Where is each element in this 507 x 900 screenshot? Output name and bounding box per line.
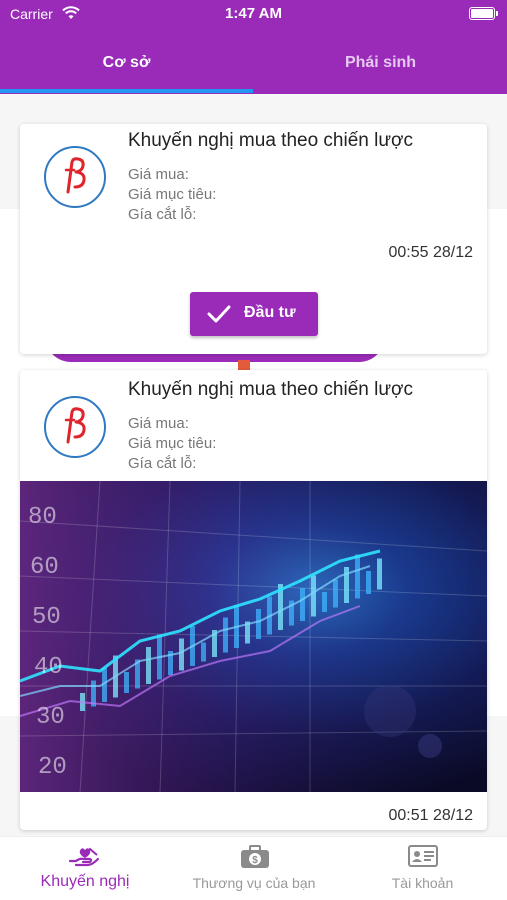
image-axis-number: 50 — [32, 604, 61, 631]
image-axis-number: 80 — [28, 504, 57, 531]
svg-text:$: $ — [252, 855, 258, 866]
tab-bar: Cơ sở Phái sinh — [0, 34, 507, 94]
invest-button-label: Đầu tư — [244, 304, 296, 321]
nav-item-your-deals[interactable]: $ Thương vụ của bạn — [170, 837, 338, 900]
bottom-navigation: Khuyến nghị $ Thương vụ của bạn Tài khoả… — [0, 836, 507, 900]
tab-co-so[interactable]: Cơ sở — [0, 34, 253, 94]
stop-loss-label: Gía cắt lỗ: — [128, 455, 197, 472]
status-bar: Carrier 1:47 AM — [0, 0, 507, 28]
invest-button[interactable]: Đầu tư — [190, 292, 318, 336]
card-timestamp: 00:51 28/12 — [388, 807, 473, 824]
target-price-label: Giá mục tiêu: — [128, 435, 217, 452]
hand-heart-icon — [68, 845, 100, 874]
image-candle — [124, 672, 129, 693]
recommendation-card[interactable]: Khuyến nghị mua theo chiến lược Giá mua:… — [20, 370, 487, 830]
nav-label: Thương vụ của bạn — [192, 875, 316, 891]
image-candle — [256, 609, 261, 639]
image-candle — [377, 558, 382, 590]
image-candle — [355, 554, 360, 599]
buy-price-label: Giá mua: — [128, 166, 189, 183]
image-candle — [201, 642, 206, 662]
image-axis-number: 60 — [30, 554, 59, 581]
image-axis-number: 40 — [34, 654, 63, 681]
status-time: 1:47 AM — [225, 5, 282, 22]
briefcase-dollar-icon: $ — [240, 845, 270, 874]
image-candle — [146, 647, 151, 684]
recommendation-card[interactable]: Khuyến nghị mua theo chiến lược Giá mua:… — [20, 124, 487, 354]
image-candle — [322, 592, 327, 612]
image-candle — [179, 638, 184, 671]
card-timestamp: 00:55 28/12 — [388, 244, 473, 261]
tab-indicator — [0, 89, 253, 93]
nav-item-recommendations[interactable]: Khuyến nghị — [0, 837, 170, 900]
nav-label: Tài khoản — [391, 875, 454, 891]
image-candle — [311, 575, 316, 617]
image-axis-number: 20 — [38, 754, 67, 781]
tab-phai-sinh[interactable]: Phái sinh — [254, 34, 507, 94]
broker-logo — [44, 396, 106, 458]
image-candle — [366, 571, 371, 594]
card-title: Khuyến nghị mua theo chiến lược — [128, 130, 414, 151]
app-header: Carrier 1:47 AM Cơ sở Phái sinh — [0, 0, 507, 94]
nav-label: Khuyến nghị — [40, 873, 130, 890]
broker-logo — [44, 146, 106, 208]
target-price-label: Giá mục tiêu: — [128, 186, 217, 203]
stock-chart-image: 80 60 50 40 30 20 — [20, 481, 487, 792]
image-candle — [333, 579, 338, 608]
id-card-icon — [408, 845, 438, 872]
check-icon — [207, 304, 231, 329]
image-candle — [300, 588, 305, 621]
battery-icon — [469, 7, 498, 20]
stop-loss-label: Gía cắt lỗ: — [128, 206, 197, 223]
nav-item-account[interactable]: Tài khoản — [338, 837, 507, 900]
card-title: Khuyến nghị mua theo chiến lược — [128, 379, 414, 400]
image-axis-number: 30 — [36, 704, 65, 731]
buy-price-label: Giá mua: — [128, 415, 189, 432]
image-candle — [223, 617, 228, 653]
